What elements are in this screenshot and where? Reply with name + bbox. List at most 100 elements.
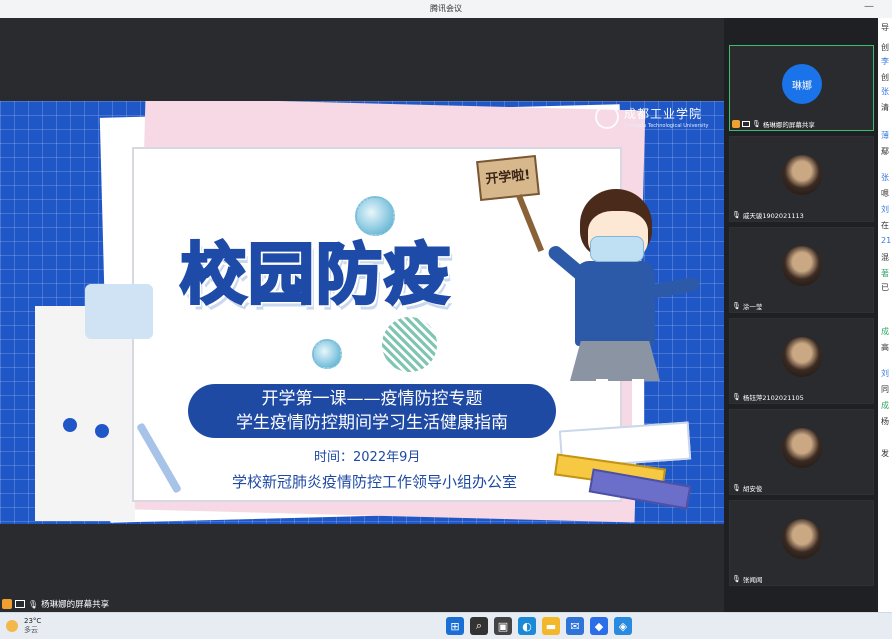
edge-icon[interactable]: ◐ <box>518 617 536 635</box>
person-icon <box>2 599 12 609</box>
participant-name-row: 🎙 胡安俊 <box>732 483 762 493</box>
participant-name-row: 🎙 张闻闻 <box>732 574 762 584</box>
chat-message-glimpse: 成 <box>881 401 889 410</box>
school-seal-icon <box>595 105 619 129</box>
chat-message-glimpse: 发 <box>881 449 889 458</box>
mail-icon[interactable]: ✉ <box>566 617 584 635</box>
mic-muted-icon: 🎙 <box>732 484 741 492</box>
weather-widget[interactable]: 23°C 多云 <box>6 617 41 635</box>
subtitle-line-1: 开学第一课——疫情防控专题 <box>261 389 483 409</box>
participant-name-row: 🎙 涂一莹 <box>732 301 762 311</box>
chat-panel[interactable]: 导创李创张清薄鄢张嗯刘在 21 混著已成高刘同成杨发 <box>878 18 892 612</box>
avatar <box>782 519 822 559</box>
girl-leg <box>596 379 608 434</box>
subtitle-pill: 开学第一课——疫情防控专题 学生疫情防控期间学习生活健康指南 <box>188 384 556 438</box>
chat-message-glimpse: 清 <box>881 103 889 112</box>
chat-message-glimpse: 嗯 <box>881 189 889 198</box>
chat-message-glimpse: 李 <box>881 57 889 66</box>
paper-hole <box>95 424 109 438</box>
search-icon[interactable]: ⌕ <box>470 617 488 635</box>
participant-tile[interactable]: 🎙 杨钰萍2102021105 <box>729 318 874 404</box>
avatar <box>782 246 822 286</box>
chat-message-glimpse: 张 <box>881 173 889 182</box>
chat-message-glimpse: 高 <box>881 343 889 352</box>
girl-body <box>575 261 655 346</box>
face-mask-icon <box>590 236 644 262</box>
minimize-button[interactable]: — <box>864 1 874 12</box>
avatar <box>782 428 822 468</box>
participant-name: 戚天骏1902021113 <box>742 212 804 220</box>
school-logo: 成都工业学院 Chengdu Technological University <box>595 105 708 129</box>
chat-message-glimpse: 杨 <box>881 417 889 426</box>
chat-message-glimpse: 张 <box>881 87 889 96</box>
slide-office: 学校新冠肺炎疫情防控工作领导小组办公室 <box>232 473 518 491</box>
slide-main-title: 校园防疫 <box>179 235 452 315</box>
person-icon <box>732 120 740 128</box>
chat-message-glimpse: 混 <box>881 253 889 262</box>
chat-message-glimpse: 刘 <box>881 205 889 214</box>
chat-message-glimpse: 已 <box>881 283 889 292</box>
participant-name: 胡安俊 <box>742 485 763 493</box>
explorer-icon[interactable]: ▬ <box>542 617 560 635</box>
share-label-text: 杨琳娜的屏幕共享 <box>41 600 110 610</box>
participant-tile[interactable]: 🎙 涂一莹 <box>729 227 874 313</box>
logo-en: Chengdu Technological University <box>624 123 709 129</box>
avatar: 琳娜 <box>782 64 822 104</box>
participant-name-row: 🎙 杨钰萍2102021105 <box>732 392 804 402</box>
chat-message-glimpse: 同 <box>881 385 889 394</box>
weather-icon <box>6 620 18 632</box>
virus-icon <box>312 339 342 369</box>
participant-name-row: 🎙 戚天骏1902021113 <box>732 210 804 220</box>
participant-tile[interactable]: 🎙 胡安俊 <box>729 409 874 495</box>
mic-muted-icon: 🎙 <box>732 393 741 401</box>
sign-text: 开学啦! <box>484 167 532 188</box>
puzzle-piece <box>85 284 153 339</box>
decor-striped-circle <box>382 317 437 372</box>
chat-message-glimpse: 刘 <box>881 369 889 378</box>
screen-share-label: 🎙 杨琳娜的屏幕共享 <box>2 597 109 611</box>
mic-icon: 🎙 <box>752 120 761 128</box>
mic-icon: 🎙 <box>28 599 39 609</box>
weather-desc: 多云 <box>24 626 38 634</box>
sign-board: 开学啦! <box>476 154 540 202</box>
chat-message-glimpse: 在 <box>881 221 889 230</box>
chat-message-glimpse: 导 <box>881 23 889 32</box>
slide-date: 时间：2022年9月 <box>314 450 421 465</box>
taskbar-icons: ⊞ ⌕ ▣ ◐ ▬ ✉ ◆ ◈ <box>446 617 632 635</box>
participant-panel: 琳娜 🎙 杨琳娜的屏幕共享 🎙 戚天骏1902021113 🎙 涂一莹 🎙 杨钰… <box>724 18 878 612</box>
avatar <box>782 337 822 377</box>
chat-message-glimpse: 创 <box>881 43 889 52</box>
mic-muted-icon: 🎙 <box>732 575 741 583</box>
avatar <box>782 155 822 195</box>
start-icon[interactable]: ⊞ <box>446 617 464 635</box>
paper-hole <box>63 418 77 432</box>
participant-name: 张闻闻 <box>742 576 763 584</box>
task-view-icon[interactable]: ▣ <box>494 617 512 635</box>
participant-name: 涂一莹 <box>742 303 763 311</box>
participant-tile[interactable]: 🎙 张闻闻 <box>729 500 874 586</box>
screen-share-icon <box>15 600 25 608</box>
screen-share-icon <box>742 121 750 127</box>
window-title: 腾讯会议 <box>430 4 462 13</box>
weather-temp: 23°C <box>24 617 42 625</box>
participant-name: 杨钰萍2102021105 <box>742 394 804 402</box>
participant-name-row: 🎙 杨琳娜的屏幕共享 <box>732 119 815 129</box>
subtitle-line-2: 学生疫情防控期间学习生活健康指南 <box>236 413 508 433</box>
girl-skirt <box>570 341 660 381</box>
security-icon[interactable]: ◈ <box>614 617 632 635</box>
windows-taskbar: 23°C 多云 ⊞ ⌕ ▣ ◐ ▬ ✉ ◆ ◈ <box>0 612 892 639</box>
window-titlebar: 腾讯会议 — <box>0 0 892 18</box>
participant-tile[interactable]: 🎙 戚天骏1902021113 <box>729 136 874 222</box>
mic-muted-icon: 🎙 <box>732 302 741 310</box>
participant-tile[interactable]: 琳娜 🎙 杨琳娜的屏幕共享 <box>729 45 874 131</box>
tencent-meeting-icon[interactable]: ◆ <box>590 617 608 635</box>
chat-message-glimpse: 成 <box>881 327 889 336</box>
chat-message-glimpse: 21 <box>881 236 892 245</box>
mic-muted-icon: 🎙 <box>732 211 741 219</box>
logo-cn: 成都工业学院 <box>624 107 703 121</box>
shared-slide: 成都工业学院 Chengdu Technological University … <box>0 101 724 524</box>
participant-name: 杨琳娜的屏幕共享 <box>762 121 815 129</box>
chat-message-glimpse: 薄 <box>881 131 889 140</box>
chat-message-glimpse: 创 <box>881 73 889 82</box>
chat-message-glimpse: 鄢 <box>881 147 889 156</box>
